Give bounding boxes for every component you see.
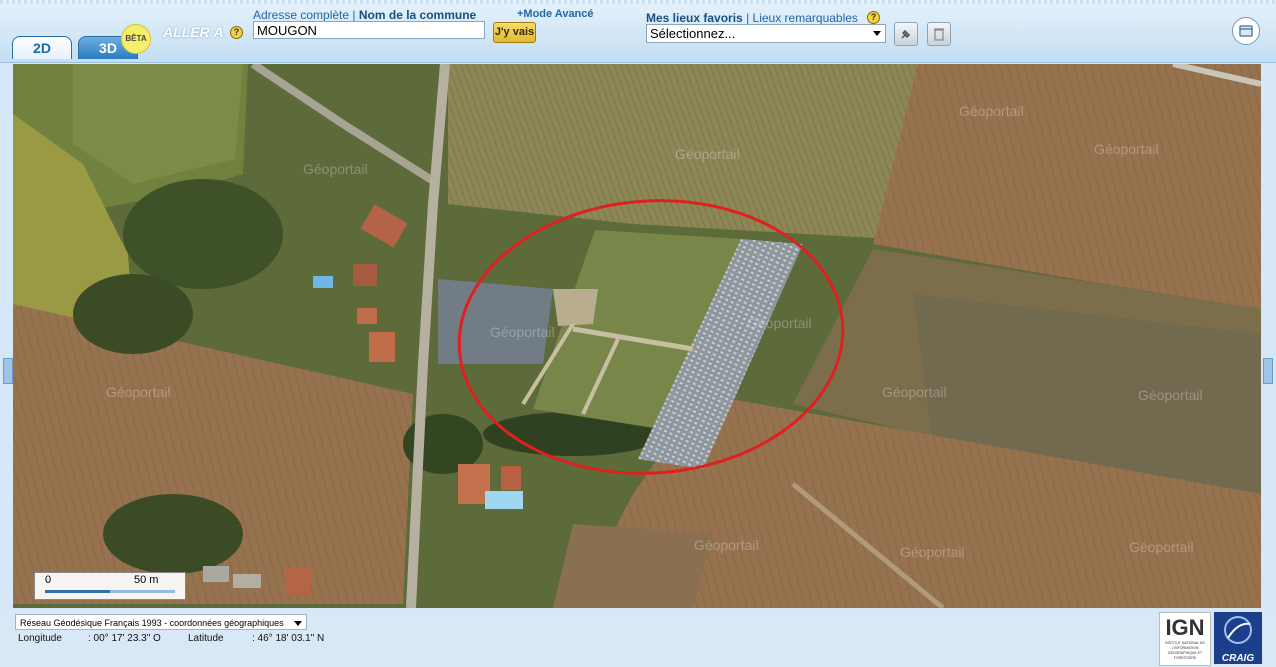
watermark: Géoportail (106, 384, 171, 400)
longitude-value: : 00° 17' 23.3" O (88, 633, 161, 644)
ign-logo[interactable]: IGN INSTITUT NATIONAL DE L'INFORMATION G… (1159, 612, 1211, 666)
pin-icon (901, 29, 911, 39)
mode-separator: | (352, 8, 356, 22)
watermark: Géoportail (694, 537, 759, 553)
right-panel-toggle[interactable] (1263, 358, 1273, 384)
craig-logo-mark (1224, 616, 1252, 644)
projection-select[interactable]: Réseau Géodésique Français 1993 - coordo… (15, 614, 307, 630)
mode-commune-link[interactable]: Nom de la commune (359, 8, 476, 22)
watermark: Géoportail (675, 146, 740, 162)
trash-icon (934, 28, 944, 41)
scale-bar: 0 50 m (34, 572, 186, 600)
map-view[interactable]: Géoportail Géoportail Géoportail Géoport… (13, 64, 1261, 608)
remarkable-places-link[interactable]: Lieux remarquables (753, 11, 858, 25)
watermark: Géoportail (1129, 539, 1194, 555)
tab-2d[interactable]: 2D (12, 36, 72, 59)
ign-logo-text: IGN (1165, 615, 1205, 640)
mode-full-address-link[interactable]: Adresse complète (253, 8, 349, 22)
favorites-separator: | (746, 11, 750, 25)
advanced-mode-link[interactable]: +Mode Avancé (517, 8, 594, 20)
fullscreen-icon (1239, 25, 1253, 37)
favorites-select-value: Sélectionnez... (650, 26, 736, 41)
latitude-value: : 46° 18' 03.1" N (252, 633, 325, 644)
left-panel-toggle[interactable] (3, 358, 13, 384)
chevron-down-icon (873, 31, 881, 36)
chevron-down-icon (294, 621, 302, 626)
pin-button[interactable] (894, 22, 918, 46)
watermark: Géoportail (882, 384, 947, 400)
watermark: Géoportail (1138, 387, 1203, 403)
fullscreen-button[interactable] (1232, 17, 1260, 45)
watermark: Géoportail (959, 103, 1024, 119)
address-input[interactable] (253, 21, 485, 39)
go-button[interactable]: J'y vais (493, 22, 536, 43)
aerial-image: Géoportail Géoportail Géoportail Géoport… (13, 64, 1261, 608)
favorites-help-icon[interactable]: ? (867, 11, 880, 24)
watermark: Géoportail (900, 544, 965, 560)
craig-logo[interactable]: CRAIG (1214, 612, 1262, 664)
craig-logo-text: CRAIG (1221, 653, 1255, 664)
scale-start: 0 (45, 574, 52, 586)
longitude-label: Longitude (18, 633, 62, 644)
scale-end: 50 m (134, 574, 159, 586)
favorites-select[interactable]: Sélectionnez... (646, 24, 886, 43)
watermark: Géoportail (747, 315, 812, 331)
top-stripe (0, 0, 1276, 4)
goto-help-icon[interactable]: ? (230, 26, 243, 39)
watermark: Géoportail (490, 324, 555, 340)
ign-logo-subtitle: INSTITUT NATIONAL DE L'INFORMATION GÉOGR… (1165, 641, 1205, 660)
projection-value: Réseau Géodésique Français 1993 - coordo… (20, 618, 284, 628)
watermark: Géoportail (1094, 141, 1159, 157)
favorites-link[interactable]: Mes lieux favoris (646, 11, 743, 25)
delete-button[interactable] (927, 22, 951, 46)
goto-title: ALLER À (163, 24, 224, 40)
watermark: Géoportail (303, 161, 368, 177)
latitude-label: Latitude (188, 633, 224, 644)
scale-ruler (45, 590, 175, 593)
beta-badge: BÊTA (121, 24, 151, 54)
